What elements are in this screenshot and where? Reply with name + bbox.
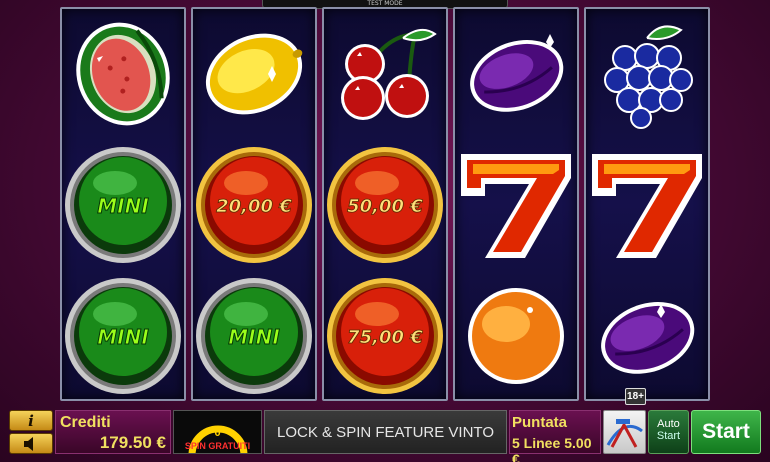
mini-label: MINI bbox=[97, 325, 149, 349]
reel-5 bbox=[584, 7, 710, 401]
info-button[interactable]: i bbox=[9, 410, 53, 431]
bet-panel[interactable]: Puntata 5 Linee 5.00 € bbox=[509, 410, 601, 462]
symbol-grapes bbox=[586, 9, 708, 139]
reel-area: MINI MINI 20,00 € MINI 50,00 € 75,00 € bbox=[60, 7, 711, 401]
sound-button[interactable] bbox=[9, 433, 53, 454]
message-panel: LOCK & SPIN FEATURE VINTO bbox=[264, 410, 507, 454]
symbol-watermelon bbox=[62, 9, 184, 139]
mini-coin: MINI bbox=[62, 140, 184, 270]
symbol-seven bbox=[455, 140, 577, 270]
speaker-icon bbox=[24, 436, 33, 451]
value-coin: 75,00 € bbox=[324, 271, 446, 401]
free-spins-count: 0 bbox=[214, 427, 221, 439]
info-icon: i bbox=[28, 411, 34, 430]
free-spins-panel: 0 SPIN GRATUITI bbox=[173, 410, 262, 454]
symbol-cherries bbox=[324, 9, 446, 139]
reel-1: MINI MINI bbox=[60, 7, 186, 401]
auto-label: Auto bbox=[657, 418, 680, 430]
credits-panel: Crediti 179.50 € bbox=[55, 410, 171, 454]
mini-coin: MINI bbox=[193, 271, 315, 401]
gamble-meter-icon bbox=[606, 419, 643, 448]
value-coin: 20,00 € bbox=[193, 140, 315, 270]
reel-4 bbox=[453, 7, 579, 401]
bet-label: Puntata bbox=[512, 414, 568, 431]
mini-coin: MINI bbox=[62, 271, 184, 401]
start-label: Start bbox=[702, 420, 750, 443]
reel-3: 50,00 € 75,00 € bbox=[322, 7, 448, 401]
symbol-lemon bbox=[193, 9, 315, 139]
auto-sub-label: Start bbox=[656, 430, 681, 442]
coin-value: 75,00 € bbox=[347, 327, 423, 348]
start-button[interactable]: Start bbox=[691, 410, 761, 454]
coin-value: 20,00 € bbox=[216, 196, 292, 217]
bet-lines-row: 5 Linee 5.00 € bbox=[512, 435, 600, 462]
value-coin: 50,00 € bbox=[324, 140, 446, 270]
reel-2: 20,00 € MINI bbox=[191, 7, 317, 401]
autostart-button[interactable]: Auto Start bbox=[648, 410, 689, 454]
status-message: LOCK & SPIN FEATURE VINTO bbox=[277, 423, 494, 441]
mini-label: MINI bbox=[228, 325, 280, 349]
symbol-plum bbox=[455, 9, 577, 139]
lines-label: 5 Linee bbox=[512, 435, 561, 451]
gamble-button[interactable] bbox=[603, 410, 646, 454]
credits-value: 179.50 € bbox=[99, 433, 166, 452]
credits-label: Crediti bbox=[60, 414, 111, 431]
symbol-plum bbox=[586, 271, 708, 401]
control-bar: i Crediti 179.50 € 0 SPIN GRATUITI LOCK … bbox=[0, 406, 770, 462]
coin-value: 50,00 € bbox=[347, 196, 423, 217]
symbol-seven bbox=[586, 140, 708, 270]
age-rating-badge: 18+ bbox=[625, 388, 646, 405]
free-spins-label: SPIN GRATUITI bbox=[184, 441, 251, 451]
mini-label: MINI bbox=[97, 194, 149, 218]
symbol-orange bbox=[455, 271, 577, 401]
